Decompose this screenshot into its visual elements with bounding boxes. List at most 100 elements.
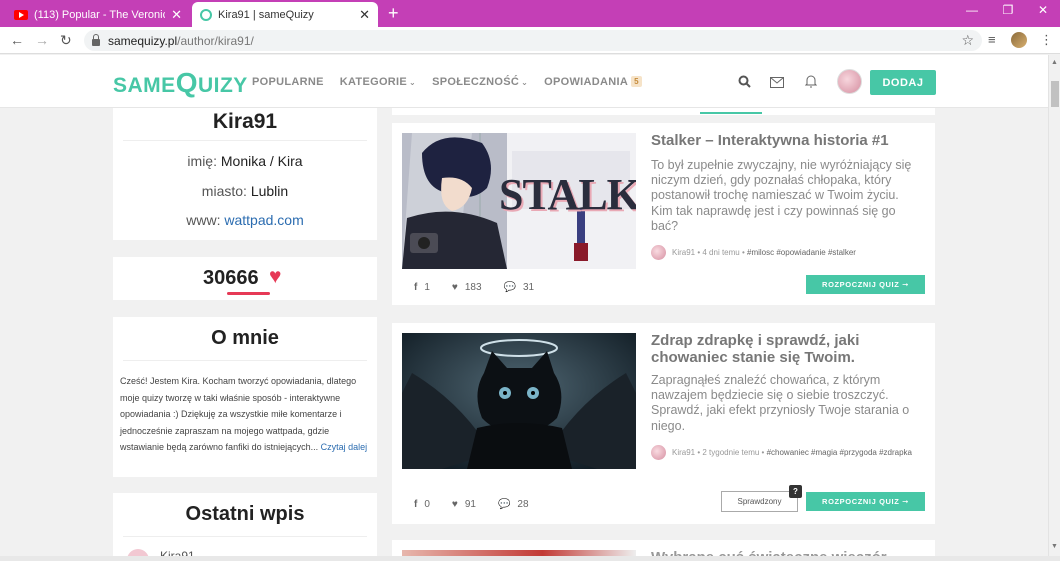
quiz-title[interactable]: Stalker – Interaktywna historia #1 [651,132,921,149]
quiz-time: • 2 tygodnie temu • [697,448,765,457]
quiz-thumbnail[interactable]: STALKER [402,133,636,269]
divider [123,360,367,361]
quiz-meta: Kira91 • 4 dni temu • #milosc #opowiadan… [651,245,921,261]
profile-avatar[interactable] [1011,32,1027,48]
stalker-image-title: STALKER [499,170,636,219]
about-title: O mnie [211,327,279,349]
likes-count: 30666 [203,267,259,289]
scroll-up-icon[interactable]: ▲ [1051,59,1058,66]
quiz-description: To był zupełnie zwyczajny, nie wyróżniaj… [651,158,912,233]
chevron-down-icon: ⌄ [521,78,529,87]
minimize-icon[interactable]: — [957,3,987,17]
divider [123,140,367,141]
bell-icon[interactable] [804,75,818,91]
nav-popular[interactable]: POPULARNE [252,76,324,88]
horizontal-scrollbar[interactable] [0,556,1060,561]
bookmark-star-icon[interactable]: ☆ [961,32,974,49]
browser-tab-bar: (113) Popular - The Veronicas - Y ✕ Kira… [0,0,1060,27]
url-host: samequizy.pl [108,33,178,48]
nav-categories[interactable]: KATEGORIE ⌄ [340,76,416,88]
www-link[interactable]: wattpad.com [224,212,303,228]
heart-icon[interactable]: ♥ [452,282,458,293]
nav-community-label: SPOŁECZNOŚĆ [432,76,520,88]
quiz-tags[interactable]: #chowaniec #magia #przygoda #zdrapka [767,448,912,457]
url-path: /author/kira91/ [177,33,254,48]
nav-community[interactable]: SPOŁECZNOŚĆ ⌄ [432,76,528,88]
scrollbar-thumb[interactable] [1051,81,1059,107]
close-tab-icon[interactable]: ✕ [171,8,182,21]
profile-www: www: wattpad.com [113,212,377,228]
about-card: O mnie Cześć! Jestem Kira. Kocham tworzy… [113,317,377,477]
page-scrollbar[interactable]: ▲ ▼ [1048,55,1060,556]
mail-icon[interactable] [770,75,784,91]
new-tab-icon[interactable]: + [388,4,399,22]
url-input[interactable]: samequizy.pl/author/kira91/ ☆ [84,30,982,51]
quiz-author[interactable]: Kira91 [672,448,695,457]
lock-icon [92,34,100,46]
quiz-card-partial: Wybrane cuś świateczne wieczór... [392,540,935,556]
likes-underline [227,292,270,295]
tab-title: (113) Popular - The Veronicas - Y [34,8,165,21]
logo-text-same: SAME [113,74,176,97]
address-bar: ← → ↻ samequizy.pl/author/kira91/ ☆ ≡ ⋮ [0,27,1060,54]
profile-name: Kira91 [212,110,278,133]
latest-title: Ostatni wpis [185,503,305,525]
nav-stories[interactable]: OPOWIADANIA 5 [544,76,642,88]
quiz-description: Zapragnąłeś znaleźć chowańca, z którym n… [651,373,910,433]
city-value: Lublin [250,183,289,199]
stories-count-badge: 5 [631,76,642,87]
quiz-thumbnail[interactable] [402,333,636,469]
profile-first-name: imię: Monika / Kira [113,153,377,169]
playlist-icon[interactable]: ≡ [988,32,996,47]
tab-youtube[interactable]: (113) Popular - The Veronicas - Y ✕ [6,2,190,27]
read-more-link[interactable]: Czytaj dalej [321,442,368,452]
share-count: 1 [424,282,430,293]
start-quiz-button[interactable]: ROZPOCZNIJ QUIZ ➞ [806,492,925,511]
tab-samequizy[interactable]: Kira91 | sameQuizy ✕ [192,2,378,27]
start-quiz-button[interactable]: ROZPOCZNIJ QUIZ ➞ [806,275,925,294]
quiz-time: • 4 dni temu • [697,248,745,257]
reload-icon[interactable]: ↻ [60,32,72,48]
heart-icon[interactable]: ♥ [452,499,458,510]
about-body: Cześć! Jestem Kira. Kocham tworzyć opowi… [120,376,357,452]
add-button[interactable]: DODAJ [870,70,936,95]
comment-icon[interactable]: 💬 [504,282,516,293]
quiz-card: STALKER Stalker – Interaktywna historia … [392,123,935,305]
quiz-stats: f1 ♥ 183 💬 31 [414,282,534,293]
nav-categories-label: KATEGORIE [339,76,408,88]
facebook-icon[interactable]: f [414,282,417,293]
samequizy-icon [200,8,212,21]
help-icon[interactable]: ? [789,485,802,498]
quiz-tags[interactable]: #milosc #opowiadanie #stalker [747,248,856,257]
scroll-down-icon[interactable]: ▼ [1051,543,1058,550]
city-label: miasto: [201,183,247,199]
samequizy-logo[interactable]: SAMEQUIZY [113,67,248,99]
www-label: www: [186,212,221,228]
site-header: SAMEQUIZY POPULARNE KATEGORIE ⌄ SPOŁECZNO… [0,55,1048,108]
likes-card: 30666 ♥ [113,257,377,300]
menu-kebab-icon[interactable]: ⋮ [1040,32,1053,48]
comment-count: 31 [522,282,535,293]
comment-count: 28 [517,499,529,510]
verified-button[interactable]: Sprawdzony ? [721,485,802,512]
quiz-title[interactable]: Wybrane cuś świateczne wieczór... [651,549,898,556]
latest-post-card: Ostatni wpis Kira91 [113,493,377,561]
user-avatar[interactable] [837,69,862,94]
restore-icon[interactable]: ❐ [993,3,1023,17]
logo-text-uizy: UIZY [197,74,248,97]
profile-card: Kira91 imię: Monika / Kira miasto: Lubli… [113,108,377,240]
like-count: 91 [464,499,476,510]
close-window-icon[interactable]: ✕ [1028,3,1058,17]
about-text: Cześć! Jestem Kira. Kocham tworzyć opowi… [120,373,370,456]
close-tab-icon[interactable]: ✕ [359,8,370,21]
search-icon[interactable] [738,75,751,91]
quiz-title[interactable]: Zdrap zdrapkę i sprawdź, jaki chowaniec … [651,332,921,366]
quiz-stats: f0 ♥ 91 💬 28 [414,499,529,510]
comment-icon[interactable]: 💬 [498,499,510,510]
quiz-author[interactable]: Kira91 [672,248,695,257]
content-tabs-edge [392,108,935,115]
facebook-icon[interactable]: f [414,499,417,510]
tab-title: Kira91 | sameQuizy [218,8,314,21]
forward-icon[interactable]: → [35,32,49,48]
back-icon[interactable]: ← [10,32,24,48]
